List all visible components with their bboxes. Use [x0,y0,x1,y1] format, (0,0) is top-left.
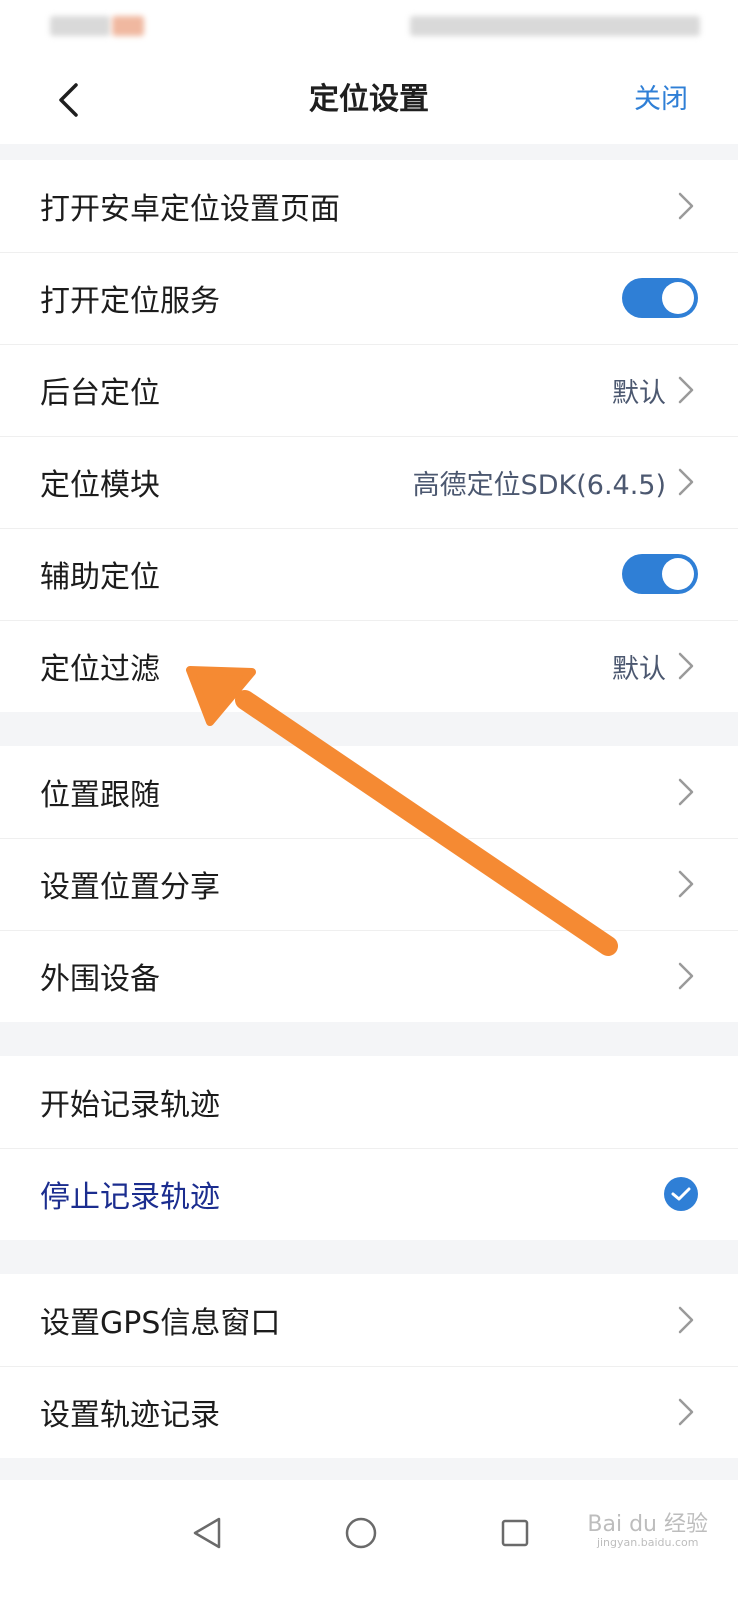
row-location-share[interactable]: 设置位置分享 [0,838,738,930]
row-peripheral-devices[interactable]: 外围设备 [0,930,738,1022]
row-background-location[interactable]: 后台定位 默认 [0,344,738,436]
row-label: 外围设备 [40,962,160,997]
row-location-module[interactable]: 定位模块 高德定位SDK(6.4.5) [0,436,738,528]
row-value: 默认 [612,377,666,409]
row-start-track[interactable]: 开始记录轨迹 [0,1056,738,1148]
page-title: 定位设置 [309,82,429,117]
row-location-filter[interactable]: 定位过滤 默认 [0,620,738,712]
status-left-accent-blur [112,16,144,36]
home-circle-icon [345,1517,377,1549]
row-label: 设置轨迹记录 [40,1398,220,1433]
settings-group-gps: 设置GPS信息窗口 设置轨迹记录 [0,1274,738,1458]
back-triangle-icon [193,1517,221,1549]
row-value: 高德定位SDK(6.4.5) [412,469,666,501]
row-value: 默认 [612,653,666,685]
nav-bar: 定位设置 关闭 [0,56,738,144]
toggle-knob [662,558,694,590]
watermark-brand: Bai du 经验 [587,1512,708,1537]
chevron-right-icon [674,1303,698,1337]
close-button[interactable]: 关闭 [634,56,688,144]
row-label: 停止记录轨迹 [40,1180,220,1215]
chevron-right-icon [674,1395,698,1429]
recents-square-icon [501,1519,529,1547]
chevron-right-icon [674,189,698,223]
system-nav-bar: Bai du 经验 jingyan.baidu.com [0,1480,738,1600]
chevron-right-icon [674,959,698,993]
chevron-left-icon [59,83,78,117]
chevron-right-icon [674,867,698,901]
status-right-blur [410,16,700,36]
row-location-service: 打开定位服务 [0,252,738,344]
row-position-follow[interactable]: 位置跟随 [0,746,738,838]
row-label: 后台定位 [40,376,160,411]
row-label: 打开定位服务 [40,284,220,319]
checkmark-icon [664,1177,698,1211]
system-home-button[interactable] [334,1506,388,1560]
settings-group-sharing: 位置跟随 设置位置分享 外围设备 [0,746,738,1022]
row-label: 设置位置分享 [40,870,220,905]
chevron-right-icon [674,373,698,407]
settings-group-location: 打开安卓定位设置页面 打开定位服务 后台定位 默认 定位模块 高德定位SDK(6… [0,160,738,712]
chevron-right-icon [674,649,698,683]
row-label: 定位模块 [40,468,160,503]
row-label: 打开安卓定位设置页面 [40,192,340,227]
row-label: 开始记录轨迹 [40,1088,220,1123]
status-bar [0,0,738,56]
baidu-watermark: Bai du 经验 jingyan.baidu.com [587,1514,708,1550]
location-service-toggle[interactable] [622,278,698,318]
back-button[interactable] [40,72,96,128]
watermark-url: jingyan.baidu.com [596,1536,699,1549]
row-gps-info-window[interactable]: 设置GPS信息窗口 [0,1274,738,1366]
chevron-right-icon [674,465,698,499]
toggle-knob [662,282,694,314]
system-back-button[interactable] [180,1506,234,1560]
row-open-android-location-settings[interactable]: 打开安卓定位设置页面 [0,160,738,252]
row-label: 辅助定位 [40,560,160,595]
row-label: 定位过滤 [40,652,160,687]
row-label: 位置跟随 [40,778,160,813]
assisted-location-toggle[interactable] [622,554,698,594]
status-left-blur [50,16,110,36]
settings-group-track: 开始记录轨迹 停止记录轨迹 [0,1056,738,1240]
row-stop-track[interactable]: 停止记录轨迹 [0,1148,738,1240]
row-assisted-location: 辅助定位 [0,528,738,620]
row-label: 设置GPS信息窗口 [40,1306,281,1341]
row-track-record-settings[interactable]: 设置轨迹记录 [0,1366,738,1458]
system-recents-button[interactable] [488,1506,542,1560]
chevron-right-icon [674,775,698,809]
